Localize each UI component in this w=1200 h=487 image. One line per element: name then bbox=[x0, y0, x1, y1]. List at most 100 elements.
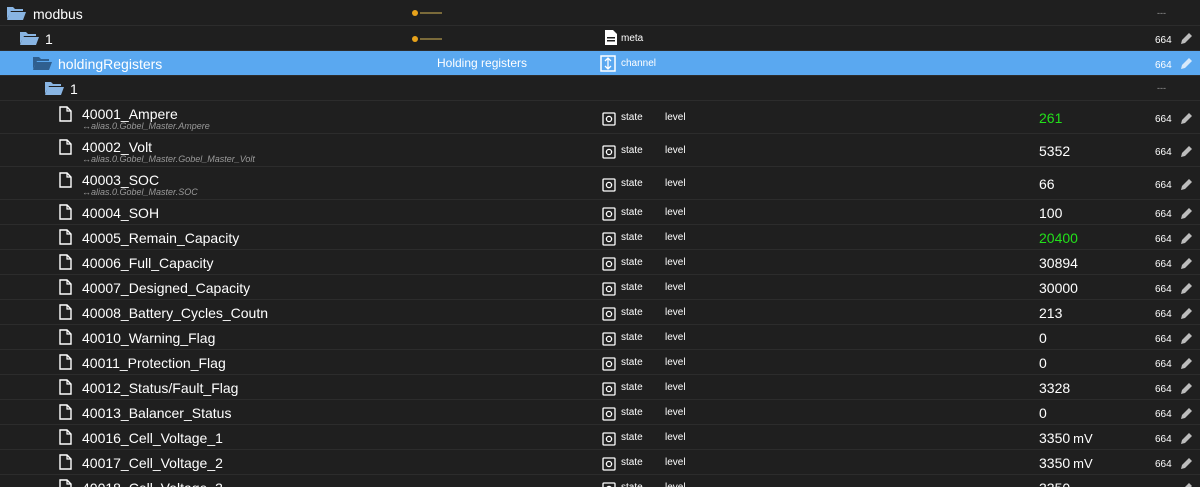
object-role: level bbox=[665, 232, 686, 243]
state-value[interactable]: 100 bbox=[1039, 205, 1062, 221]
table-row[interactable]: 40002_Volt ↔alias.0.Gobel_Master.Gobel_Ma… bbox=[0, 134, 1200, 167]
state-name: 40002_Volt bbox=[82, 139, 153, 155]
document-icon bbox=[605, 30, 617, 45]
state-value[interactable]: 3328 bbox=[1039, 380, 1070, 396]
file-icon bbox=[59, 404, 72, 420]
pencil-icon[interactable] bbox=[1179, 431, 1194, 446]
file-icon bbox=[59, 106, 72, 122]
pencil-icon[interactable] bbox=[1179, 144, 1194, 159]
file-icon bbox=[59, 329, 72, 345]
state-icon bbox=[602, 232, 616, 246]
pencil-icon[interactable] bbox=[1179, 177, 1194, 192]
state-value[interactable]: 261 bbox=[1039, 110, 1062, 126]
object-type: state bbox=[621, 432, 643, 443]
table-row[interactable]: 40003_SOC ↔alias.0.Gobel_Master.SOC state l… bbox=[0, 167, 1200, 200]
object-type: state bbox=[621, 257, 643, 268]
object-role: level bbox=[665, 382, 686, 393]
state-name: 40017_Cell_Voltage_2 bbox=[82, 455, 223, 471]
acl-text: 664 bbox=[1155, 147, 1172, 158]
state-value[interactable]: 30000 bbox=[1039, 280, 1078, 296]
state-value[interactable]: 20400 bbox=[1039, 230, 1078, 246]
file-icon bbox=[59, 479, 72, 487]
pencil-icon[interactable] bbox=[1179, 381, 1194, 396]
tree-row-folder-1[interactable]: 1 --- bbox=[0, 76, 1200, 101]
object-role: level bbox=[665, 457, 686, 468]
table-row[interactable]: 40007_Designed_Capacity state level 30000 66… bbox=[0, 275, 1200, 300]
table-row[interactable]: 40011_Protection_Flag state level 0 664 bbox=[0, 350, 1200, 375]
value-number: 66 bbox=[1039, 176, 1055, 192]
value-number: 30000 bbox=[1039, 280, 1078, 296]
state-value[interactable]: 0 bbox=[1039, 405, 1047, 421]
file-icon bbox=[59, 139, 72, 155]
table-row[interactable]: 40016_Cell_Voltage_1 state level 3350 mV 664 bbox=[0, 425, 1200, 450]
acl-text: 664 bbox=[1155, 359, 1172, 370]
pencil-icon[interactable] bbox=[1179, 256, 1194, 271]
state-name: 40008_Battery_Cycles_Coutn bbox=[82, 305, 269, 321]
table-row[interactable]: 40013_Balancer_Status state level 0 664 bbox=[0, 400, 1200, 425]
pencil-icon[interactable] bbox=[1179, 206, 1194, 221]
file-icon bbox=[59, 429, 72, 445]
alias-link[interactable]: ↔alias.0.Gobel_Master.SOC bbox=[82, 187, 198, 197]
table-row[interactable]: 40010_Warning_Flag state level 0 664 bbox=[0, 325, 1200, 350]
table-row[interactable]: 40012_Status/Fault_Flag state level 3328 664 bbox=[0, 375, 1200, 400]
state-value[interactable]: 213 bbox=[1039, 305, 1062, 321]
pencil-icon[interactable] bbox=[1179, 406, 1194, 421]
state-icon bbox=[602, 357, 616, 371]
value-unit: mV bbox=[1073, 456, 1093, 471]
pencil-icon[interactable] bbox=[1179, 111, 1194, 126]
object-type: channel bbox=[621, 58, 657, 69]
value-number: 100 bbox=[1039, 205, 1063, 221]
state-name: 40010_Warning_Flag bbox=[82, 330, 216, 346]
object-type: state bbox=[621, 482, 643, 487]
state-value[interactable]: 0 bbox=[1039, 355, 1047, 371]
value-number: 30894 bbox=[1039, 255, 1078, 271]
pencil-icon[interactable] bbox=[1179, 231, 1194, 246]
object-role: level bbox=[665, 482, 686, 487]
state-icon bbox=[602, 282, 616, 296]
state-value[interactable]: 3350 mV bbox=[1039, 430, 1093, 446]
folder-open-icon[interactable] bbox=[44, 80, 64, 96]
table-row[interactable]: 40018_Cell_Voltage_3 state level 3350 bbox=[0, 475, 1200, 487]
tree-item-name: modbus bbox=[33, 6, 83, 22]
acl-text: 664 bbox=[1155, 284, 1172, 295]
folder-open-icon[interactable] bbox=[32, 55, 52, 71]
table-row[interactable]: 40008_Battery_Cycles_Coutn state level 213 6… bbox=[0, 300, 1200, 325]
folder-open-icon[interactable] bbox=[19, 30, 39, 46]
state-value[interactable]: 3350 mV bbox=[1039, 455, 1093, 471]
pencil-icon[interactable] bbox=[1179, 31, 1194, 46]
alias-link[interactable]: ↔alias.0.Gobel_Master.Gobel_Master_Volt bbox=[82, 154, 255, 164]
table-row[interactable]: 40017_Cell_Voltage_2 state level 3350 mV 664 bbox=[0, 450, 1200, 475]
object-type: state bbox=[621, 307, 643, 318]
state-value[interactable]: 30894 bbox=[1039, 255, 1078, 271]
table-row[interactable]: 40006_Full_Capacity state level 30894 664 bbox=[0, 250, 1200, 275]
state-value[interactable]: 0 bbox=[1039, 330, 1047, 346]
object-role: level bbox=[665, 145, 686, 156]
state-icon bbox=[602, 332, 616, 346]
tree-row-holding-registers[interactable]: holdingRegisters Holding registers chann… bbox=[0, 51, 1200, 76]
table-row[interactable]: 40001_Ampere ↔alias.0.Gobel_Master.Ampere… bbox=[0, 101, 1200, 134]
pencil-icon[interactable] bbox=[1179, 356, 1194, 371]
pencil-icon[interactable] bbox=[1179, 306, 1194, 321]
table-row[interactable]: 40005_Remain_Capacity state level 20400 664 bbox=[0, 225, 1200, 250]
pencil-icon[interactable] bbox=[1179, 331, 1194, 346]
tree-row-instance-1[interactable]: 1 meta 664 bbox=[0, 26, 1200, 51]
pencil-icon[interactable] bbox=[1179, 56, 1194, 71]
alias-link[interactable]: ↔alias.0.Gobel_Master.Ampere bbox=[82, 121, 210, 131]
pencil-icon[interactable] bbox=[1179, 456, 1194, 471]
modbus-adapter-icon bbox=[412, 10, 442, 16]
state-icon bbox=[602, 307, 616, 321]
table-row[interactable]: 40004_SOH state level 100 664 bbox=[0, 200, 1200, 225]
state-value[interactable]: 3350 bbox=[1039, 480, 1070, 487]
state-name: 40003_SOC bbox=[82, 172, 160, 188]
tree-row-modbus[interactable]: modbus --- bbox=[0, 0, 1200, 26]
folder-open-icon[interactable] bbox=[6, 5, 26, 21]
tree-item-name: holdingRegisters bbox=[58, 56, 163, 72]
pencil-icon[interactable] bbox=[1179, 481, 1194, 487]
state-value[interactable]: 5352 bbox=[1039, 143, 1070, 159]
object-role: level bbox=[665, 332, 686, 343]
value-number: 213 bbox=[1039, 305, 1063, 321]
state-value[interactable]: 66 bbox=[1039, 176, 1055, 192]
object-type: state bbox=[621, 357, 643, 368]
acl-text: --- bbox=[1157, 83, 1166, 93]
pencil-icon[interactable] bbox=[1179, 281, 1194, 296]
